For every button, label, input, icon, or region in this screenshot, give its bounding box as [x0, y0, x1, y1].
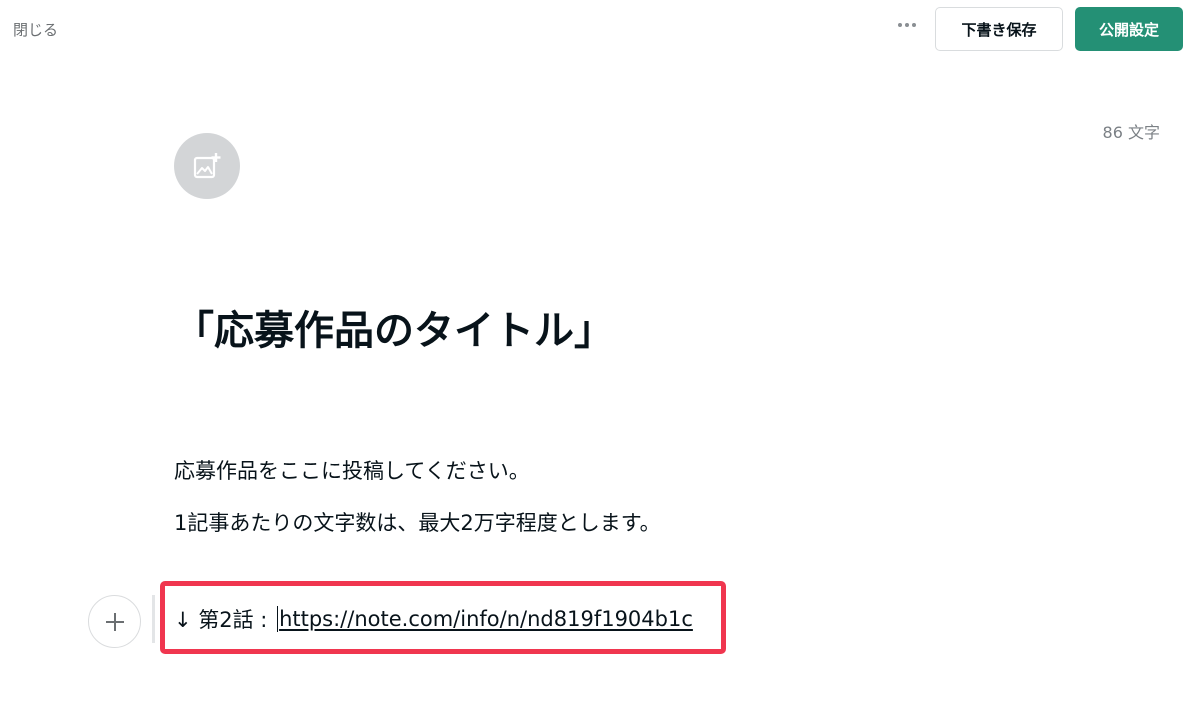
article-title[interactable]: 「応募作品のタイトル」: [174, 298, 614, 356]
plus-icon: [105, 612, 124, 631]
image-add-icon: [193, 153, 221, 179]
more-horizontal-icon: [897, 23, 918, 27]
highlight-annotation-box: [160, 581, 726, 654]
close-button[interactable]: 閉じる: [13, 19, 58, 40]
top-bar: 閉じる 下書き保存 公開設定: [0, 0, 1200, 60]
character-count: 86 文字: [1102, 123, 1160, 142]
add-block-button[interactable]: [88, 595, 141, 648]
active-block-indicator: [152, 595, 155, 643]
publish-settings-button[interactable]: 公開設定: [1075, 7, 1183, 51]
add-header-image-button[interactable]: [174, 133, 240, 199]
body-paragraph[interactable]: 1記事あたりの文字数は、最大2万字程度とします。: [174, 507, 661, 537]
body-paragraph[interactable]: 応募作品をここに投稿してください。: [174, 455, 530, 485]
more-options-button[interactable]: [892, 10, 922, 40]
save-draft-button[interactable]: 下書き保存: [935, 7, 1063, 51]
